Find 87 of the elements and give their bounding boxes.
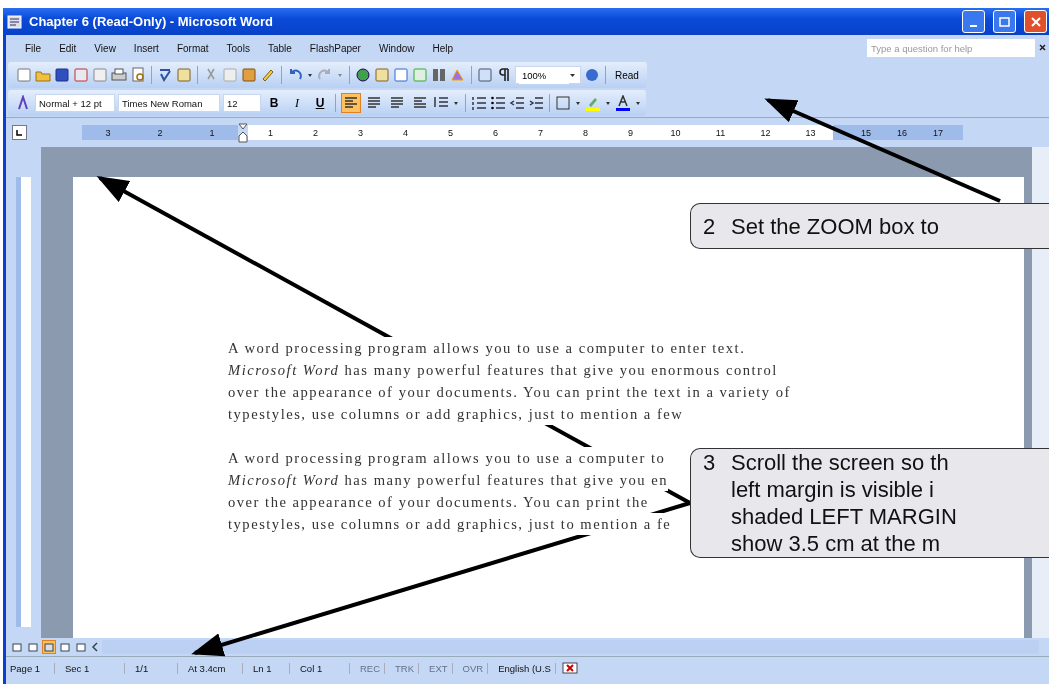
ruler-number: 4 — [402, 127, 409, 138]
drawing-shapes-icon[interactable] — [450, 67, 466, 83]
status-item: EXT — [425, 662, 453, 674]
ruler-number: 8 — [582, 127, 589, 138]
ruler-number: 2 — [157, 127, 163, 138]
ruler-number: 10 — [669, 127, 682, 138]
minimize-button[interactable] — [962, 10, 985, 33]
ruler-number: 1 — [209, 127, 215, 138]
zoom-box[interactable]: 100% — [515, 66, 581, 84]
font-box[interactable]: Times New Roman — [118, 94, 220, 112]
indent-marker[interactable] — [238, 122, 248, 143]
menu-item[interactable]: Insert — [124, 42, 168, 54]
close-icon — [1030, 16, 1041, 27]
status-item: Sec 1 — [61, 662, 125, 674]
bold-button[interactable]: B — [264, 96, 284, 110]
word-document-icon — [7, 13, 23, 30]
minimize-icon — [970, 24, 977, 27]
step-number: 2 — [703, 212, 717, 240]
tab-stop-icon — [16, 129, 23, 136]
menu-item[interactable]: View — [85, 42, 125, 54]
menu-item[interactable]: File — [16, 42, 51, 54]
ruler-number: 6 — [492, 127, 499, 138]
style-box[interactable]: Normal + 12 pt — [35, 94, 115, 112]
ruler-number: 16 — [896, 127, 907, 138]
status-item: Ln 1 — [249, 662, 290, 674]
instruction-text: show 3.5 cm at the m — [731, 530, 941, 557]
horizontal-scrollbar[interactable] — [102, 640, 1039, 654]
instruction-text: left margin is visible i — [731, 476, 934, 503]
status-item: TRK — [391, 662, 420, 674]
step-number: 3 — [703, 449, 717, 476]
window-title: Chapter 6 (Read-Only) - Microsoft Word — [29, 14, 274, 29]
underline-button[interactable]: U — [310, 96, 330, 110]
menu-item[interactable]: Edit — [50, 42, 86, 54]
status-item: At 3.4cm — [184, 662, 243, 674]
status-item: REC — [356, 662, 386, 674]
ruler-number: 2 — [312, 127, 319, 138]
ruler-number: 7 — [537, 127, 544, 138]
print-preview-icon[interactable] — [130, 67, 146, 83]
printer-icon[interactable] — [111, 67, 127, 83]
menu-item[interactable]: Table — [258, 42, 301, 54]
ruler-number: 1 — [267, 127, 274, 138]
bulleted-list-icon[interactable] — [490, 95, 506, 111]
menu-item[interactable]: Window — [369, 42, 424, 54]
status-item: English (U.S — [494, 662, 556, 674]
numbered-list-icon[interactable] — [471, 95, 487, 111]
ruler-number: 15 — [860, 127, 871, 138]
help-search-field[interactable]: Type a question for help — [867, 39, 1035, 57]
columns-icon[interactable] — [431, 67, 447, 83]
instruction-text: Scroll the screen so th — [731, 449, 949, 476]
instruction-text: Set the ZOOM box to — [731, 212, 939, 240]
tab-selector[interactable] — [12, 125, 27, 140]
new-document-icon[interactable] — [16, 67, 32, 83]
status-item: 1/1 — [131, 662, 178, 674]
menu-item[interactable]: Help — [423, 42, 463, 54]
status-item: OVR — [458, 662, 489, 674]
ruler-number: 5 — [447, 127, 454, 138]
maximize-button[interactable] — [993, 10, 1016, 33]
status-item: Col 1 — [296, 662, 350, 674]
ruler-number: 3 — [357, 127, 364, 138]
ruler-number: 13 — [804, 127, 817, 138]
ruler-number: 17 — [933, 127, 943, 138]
ruler-number: 3 — [105, 127, 111, 138]
status-item: Page 1 — [6, 662, 55, 674]
spelling-status-icon — [561, 661, 580, 675]
menu-item[interactable]: Format — [167, 42, 218, 54]
maximize-icon — [999, 16, 1010, 27]
menu-item[interactable]: FlashPaper — [300, 42, 370, 54]
align-icon — [413, 97, 427, 109]
ruler-number: 12 — [759, 127, 772, 138]
font-color-icon[interactable] — [615, 95, 631, 111]
menu-item[interactable]: Tools — [217, 42, 259, 54]
read-button[interactable]: Read — [611, 69, 643, 81]
ruler-number: 9 — [627, 127, 634, 138]
align-button[interactable] — [341, 93, 361, 113]
align-icon — [367, 97, 381, 109]
ruler-number: 11 — [714, 127, 727, 138]
instruction-text: shaded LEFT MARGIN — [731, 503, 957, 530]
italic-button[interactable]: I — [287, 95, 307, 111]
pilcrow-icon[interactable] — [496, 67, 512, 83]
font-size-box[interactable]: 12 — [223, 94, 261, 112]
close-button[interactable] — [1024, 10, 1047, 33]
scroll-left-icon[interactable] — [90, 641, 100, 653]
align-icon — [344, 97, 358, 109]
increase-indent-icon[interactable] — [528, 95, 544, 111]
decrease-indent-icon[interactable] — [509, 95, 525, 111]
format-painter-icon[interactable] — [260, 67, 276, 83]
align-icon — [390, 97, 404, 109]
